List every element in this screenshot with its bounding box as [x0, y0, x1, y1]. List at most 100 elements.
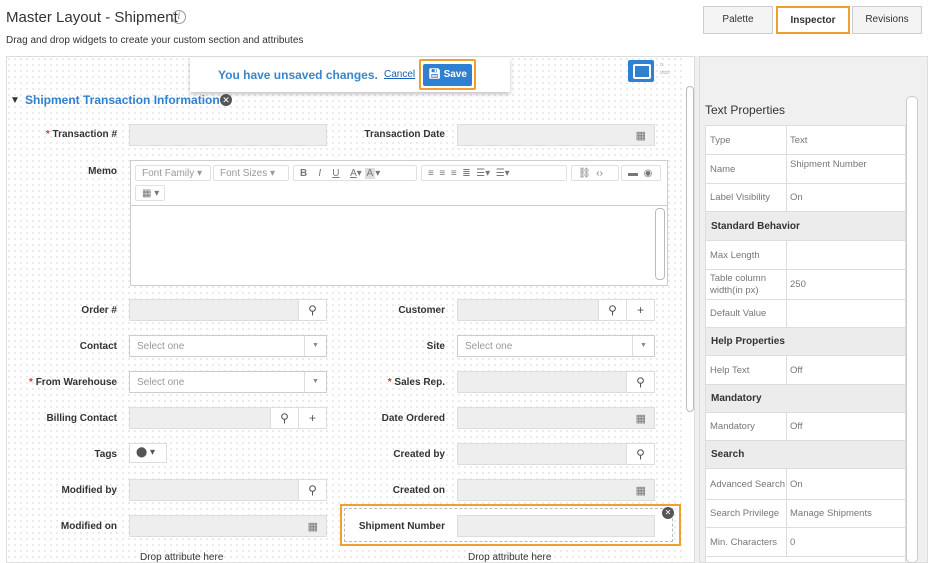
italic-button[interactable]: I: [318, 168, 321, 179]
search-icon[interactable]: ⚲: [298, 480, 326, 500]
billing-contact-field[interactable]: ⚲ +: [129, 407, 327, 429]
font-family-select[interactable]: Font Family ▾: [135, 165, 211, 181]
link-group: ⛓ ‹›: [571, 165, 619, 181]
shipment-number-field[interactable]: [457, 515, 655, 537]
grid-icon[interactable]: ▫ ▫▫▫: [660, 60, 682, 82]
inspector-row[interactable]: Name Shipment Number: [706, 155, 905, 184]
inspector-key: Type: [710, 134, 731, 146]
site-select[interactable]: Select one ▼: [457, 335, 655, 357]
modified-on-field[interactable]: ▦: [129, 515, 327, 537]
bold-button[interactable]: B: [300, 168, 307, 179]
transaction-date-label: Transaction Date: [364, 129, 445, 140]
inspector-divider: [786, 300, 787, 327]
date-ordered-label: Date Ordered: [381, 413, 445, 424]
calendar-icon[interactable]: ▦: [636, 129, 646, 142]
calendar-icon[interactable]: ▦: [636, 484, 646, 497]
contact-select[interactable]: Select one ▼: [129, 335, 327, 357]
unsaved-changes-bar: You have unsaved changes. Cancel 💾︎ Save: [190, 58, 510, 92]
inspector-value: 0: [790, 536, 796, 548]
memo-scrollbar[interactable]: [655, 208, 665, 280]
sales-rep-field[interactable]: ⚲: [457, 371, 655, 393]
calendar-icon[interactable]: ▦: [636, 412, 646, 425]
justify-icon[interactable]: ≣: [462, 168, 470, 179]
chevron-down-icon[interactable]: ▼: [10, 95, 20, 106]
inspector-row[interactable]: Min. Characters 0: [706, 528, 905, 557]
tablet-icon[interactable]: [628, 60, 654, 82]
modified-by-field[interactable]: ⚲: [129, 479, 327, 501]
tab-palette[interactable]: Palette: [703, 6, 773, 34]
memo-textarea[interactable]: [130, 206, 668, 286]
customer-field[interactable]: ⚲ +: [457, 299, 655, 321]
created-by-field[interactable]: ⚲: [457, 443, 655, 465]
inspector-row[interactable]: Advanced Search On: [706, 469, 905, 500]
search-icon[interactable]: ⚲: [598, 300, 626, 320]
inspector-key: Table column width(in px): [710, 273, 766, 296]
inspector-row[interactable]: Mandatory Off: [706, 413, 905, 441]
numbered-list-icon[interactable]: ☰▾: [496, 168, 510, 179]
underline-button[interactable]: U: [332, 168, 339, 179]
billing-contact-label: Billing Contact: [46, 413, 117, 424]
bullet-list-icon[interactable]: ☰▾: [476, 168, 490, 179]
created-on-field[interactable]: ▦: [457, 479, 655, 501]
inspector-value: Manage Shipments: [790, 508, 872, 519]
transaction-number-field[interactable]: [129, 124, 327, 146]
table-insert-button[interactable]: ▦ ▾: [135, 185, 165, 201]
tags-label: Tags: [94, 449, 117, 460]
add-icon[interactable]: +: [626, 300, 654, 320]
inspector-row[interactable]: Max Length: [706, 241, 905, 270]
inspector-row[interactable]: Search Privilege Manage Shipments: [706, 500, 905, 528]
properties-scrollbar[interactable]: [906, 96, 918, 563]
inspector-row[interactable]: Help Text Off: [706, 356, 905, 385]
transaction-date-field[interactable]: ▦: [457, 124, 655, 146]
search-icon[interactable]: ⚲: [626, 372, 654, 392]
cancel-link[interactable]: Cancel: [384, 69, 415, 80]
search-icon[interactable]: ⚲: [270, 408, 298, 428]
add-icon[interactable]: +: [298, 408, 326, 428]
code-icon[interactable]: ‹›: [596, 168, 603, 179]
inspector-divider: [786, 241, 787, 269]
created-on-label: Created on: [392, 485, 445, 496]
memo-label: Memo: [88, 166, 117, 177]
inspector-row[interactable]: Label Visibility On: [706, 184, 905, 212]
tab-revisions[interactable]: Revisions: [852, 6, 922, 34]
section-title[interactable]: Shipment Transaction Information: [25, 93, 220, 107]
search-icon[interactable]: ⚲: [298, 300, 326, 320]
info-icon[interactable]: i: [172, 10, 186, 24]
font-size-select[interactable]: Font Sizes ▾: [213, 165, 289, 181]
canvas-scrollbar[interactable]: [686, 86, 694, 412]
align-right-icon[interactable]: ≡: [451, 168, 457, 179]
inspector-key: Min. Characters: [710, 536, 778, 548]
print-icon[interactable]: ▬: [628, 168, 638, 179]
link-icon[interactable]: ⛓: [578, 168, 591, 179]
calendar-icon[interactable]: ▦: [308, 520, 318, 533]
inspector-divider: [786, 270, 787, 299]
sales-rep-label: * Sales Rep.: [387, 377, 445, 388]
tags-dropdown[interactable]: ⬤ ▾: [129, 443, 167, 463]
inspector-key: Search Privilege: [710, 508, 780, 519]
date-ordered-field[interactable]: ▦: [457, 407, 655, 429]
inspector-divider: [786, 155, 787, 183]
memo-toolbar: Font Family ▾ Font Sizes ▾ B I U A▾ A ▾ ≡…: [130, 160, 668, 206]
preview-icon[interactable]: ◉: [644, 168, 653, 179]
bg-color-button[interactable]: A: [364, 168, 376, 179]
inspector-value: Off: [790, 421, 803, 432]
drop-zone-right[interactable]: Drop attribute here: [468, 552, 551, 563]
font-color-button[interactable]: A: [350, 168, 357, 179]
close-icon[interactable]: ✕: [220, 94, 232, 106]
save-button[interactable]: 💾︎ Save: [423, 64, 472, 86]
align-center-icon[interactable]: ≡: [439, 168, 445, 179]
drop-zone-left[interactable]: Drop attribute here: [140, 552, 223, 563]
search-icon[interactable]: ⚲: [626, 444, 654, 464]
from-warehouse-select[interactable]: Select one ▼: [129, 371, 327, 393]
close-icon[interactable]: ✕: [662, 507, 674, 519]
dropdown-caret-icon: ▼: [304, 372, 326, 392]
inspector-section-header: Mandatory: [706, 385, 905, 413]
inspector-value: On: [790, 192, 803, 203]
inspector-row[interactable]: Table column width(in px) 250: [706, 270, 905, 300]
print-group: ▬ ◉: [621, 165, 661, 181]
align-left-icon[interactable]: ≡: [428, 168, 434, 179]
inspector-row[interactable]: Type Text: [706, 126, 905, 155]
inspector-row[interactable]: Default Value: [706, 300, 905, 328]
order-number-field[interactable]: ⚲: [129, 299, 327, 321]
tab-inspector[interactable]: Inspector: [776, 6, 850, 34]
